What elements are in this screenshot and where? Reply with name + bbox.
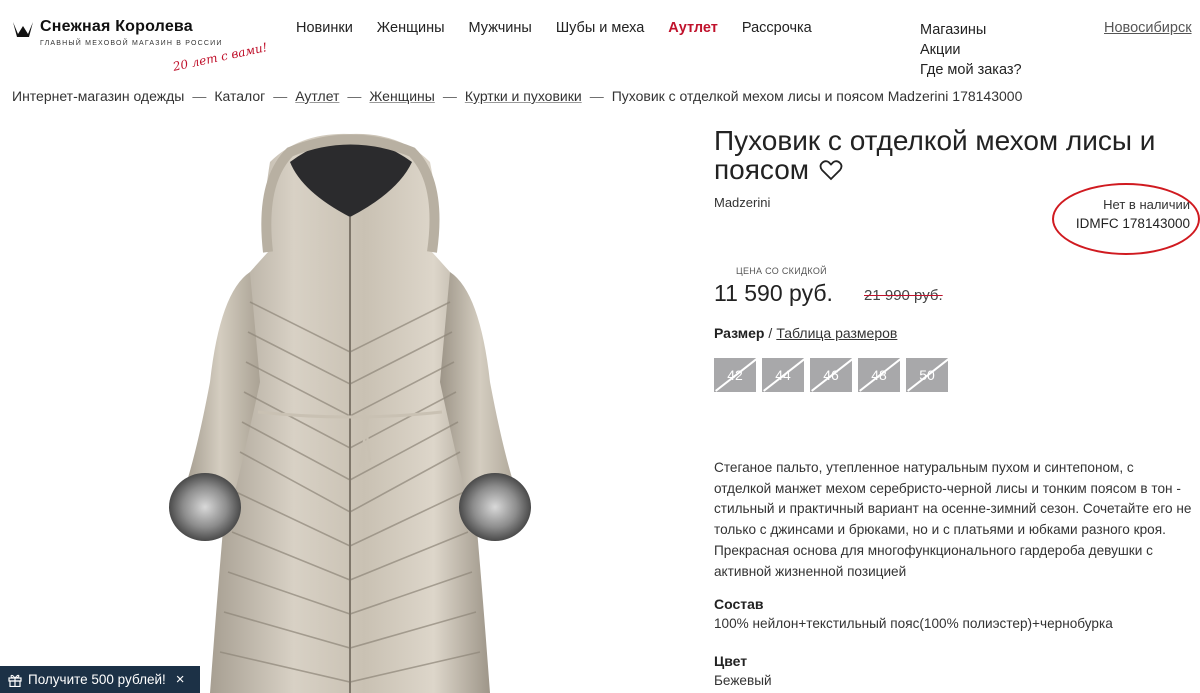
old-price: 21 990 руб. (864, 287, 943, 304)
size-option-50[interactable]: 50 (906, 358, 948, 392)
logo-name: Снежная Королева (40, 18, 193, 35)
breadcrumb-catalog[interactable]: Каталог (214, 88, 265, 104)
size-option-48[interactable]: 48 (858, 358, 900, 392)
logo[interactable]: Снежная Королева ГЛАВНЫЙ МЕХОВОЙ МАГАЗИН… (12, 18, 269, 74)
breadcrumb-separator: — (442, 88, 457, 104)
breadcrumb-women[interactable]: Женщины (369, 88, 434, 104)
nav-outlet[interactable]: Аутлет (668, 20, 718, 36)
size-option-42[interactable]: 42 (714, 358, 756, 392)
breadcrumb-separator: — (589, 88, 604, 104)
composition-heading: Состав (714, 596, 764, 612)
header-links: Магазины Акции Где мой заказ? (920, 20, 1022, 80)
size-option-46[interactable]: 46 (810, 358, 852, 392)
breadcrumb-separator: — (192, 88, 207, 104)
breadcrumb-jackets[interactable]: Куртки и пуховики (465, 88, 582, 104)
current-price: 11 590 руб. (714, 280, 833, 306)
product-brand[interactable]: Madzerini (714, 195, 770, 210)
size-options: 42 44 46 48 50 (714, 358, 948, 392)
color-value: Бежевый (714, 673, 772, 688)
link-stores[interactable]: Магазины (920, 20, 1022, 40)
logo-tagline: ГЛАВНЫЙ МЕХОВОЙ МАГАЗИН В РОССИИ (40, 40, 223, 47)
breadcrumb-separator: — (347, 88, 362, 104)
promo-close-button[interactable]: × (176, 671, 185, 688)
nav-women[interactable]: Женщины (377, 20, 445, 36)
city-selector[interactable]: Новосибирск (1104, 20, 1192, 36)
breadcrumb: Интернет-магазин одежды — Каталог — Аутл… (12, 88, 1022, 104)
gift-icon (8, 674, 22, 687)
link-promotions[interactable]: Акции (920, 40, 1022, 60)
composition-value: 100% нейлон+текстильный пояс(100% полиэс… (714, 616, 1113, 631)
link-order-status[interactable]: Где мой заказ? (920, 60, 1022, 80)
size-header: Размер / Таблица размеров (714, 325, 897, 341)
nav-furs[interactable]: Шубы и меха (556, 20, 644, 36)
breadcrumb-home[interactable]: Интернет-магазин одежды (12, 88, 184, 104)
product-title-text: Пуховик с отделкой мехом лисы и поясом (714, 125, 1156, 185)
breadcrumb-separator: — (273, 88, 288, 104)
unavailable-strike (811, 358, 852, 392)
main-nav: Новинки Женщины Мужчины Шубы и меха Аутл… (296, 20, 812, 36)
size-table-link[interactable]: Таблица размеров (776, 325, 897, 341)
product-description: Стеганое пальто, утепленное натуральным … (714, 460, 1192, 579)
price-label: ЦЕНА СО СКИДКОЙ (736, 266, 827, 276)
nav-new[interactable]: Новинки (296, 20, 353, 36)
product-image[interactable] (150, 122, 550, 693)
size-separator: / (768, 325, 773, 341)
unavailable-strike (859, 358, 900, 392)
annotation-circle (1052, 183, 1200, 255)
nav-installment[interactable]: Рассрочка (742, 20, 812, 36)
promo-text: Получите 500 рублей! (28, 672, 166, 687)
size-option-44[interactable]: 44 (762, 358, 804, 392)
color-heading: Цвет (714, 653, 748, 669)
breadcrumb-outlet[interactable]: Аутлет (295, 88, 339, 104)
size-label: Размер (714, 325, 765, 341)
unavailable-strike (763, 358, 804, 392)
nav-men[interactable]: Мужчины (469, 20, 532, 36)
crown-logo-icon (13, 22, 33, 37)
site-header: Снежная Королева ГЛАВНЫЙ МЕХОВОЙ МАГАЗИН… (0, 0, 1200, 84)
breadcrumb-current: Пуховик с отделкой мехом лисы и поясом M… (611, 88, 1023, 104)
favorite-heart-icon[interactable] (819, 159, 843, 181)
unavailable-strike (907, 358, 948, 392)
unavailable-strike (715, 358, 756, 392)
product-title: Пуховик с отделкой мехом лисы и поясом (714, 126, 1194, 184)
promo-bar[interactable]: Получите 500 рублей! × (0, 666, 200, 693)
